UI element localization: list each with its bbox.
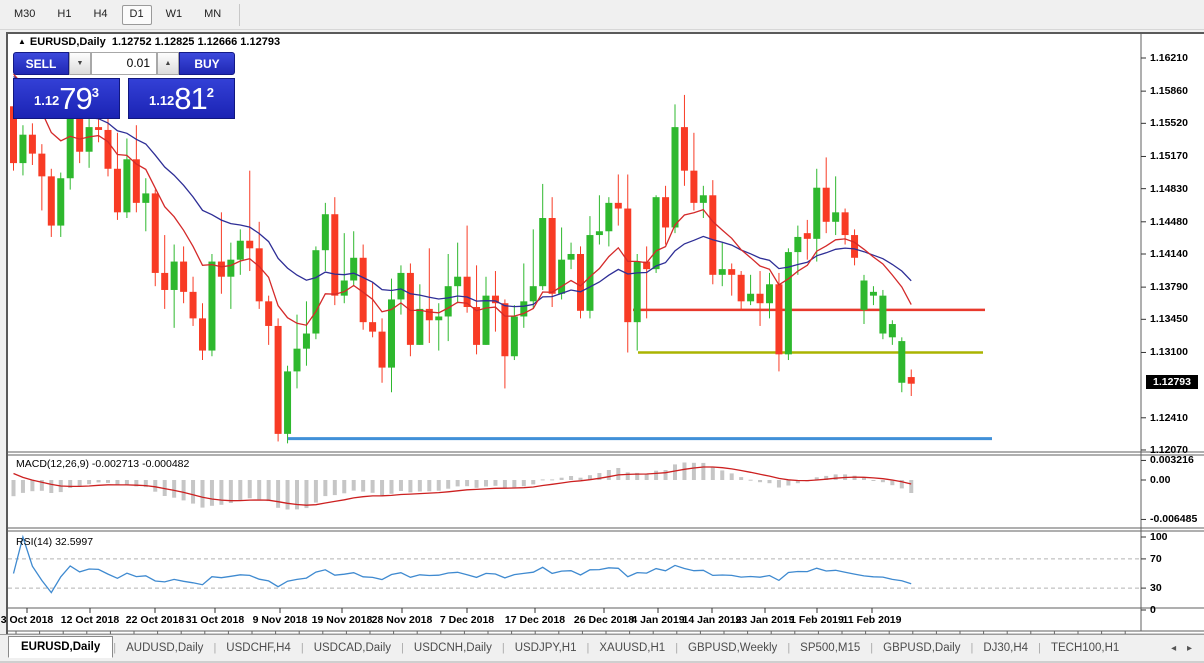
symbol-tab-tech100-h1[interactable]: TECH100,H1: [1041, 639, 1129, 657]
rsi-axis-label: 100: [1150, 531, 1168, 543]
collapse-panel-icon[interactable]: ▲: [18, 37, 26, 46]
macd-indicator-label: MACD(12,26,9) -0.002713 -0.000482: [16, 458, 190, 470]
macd-axis-label: -0.006485: [1150, 513, 1198, 526]
current-price-badge: 1.12793: [1146, 374, 1198, 389]
sell-price-tile[interactable]: 1.12 79 3: [13, 78, 120, 119]
price-axis-label: 1.15520: [1150, 117, 1188, 130]
tab-scroll-arrows[interactable]: ◂ ▸: [1171, 643, 1204, 654]
volume-increase-button[interactable]: ▲: [157, 52, 179, 75]
sell-button[interactable]: SELL: [13, 52, 69, 75]
symbol-tab-eurusd-daily[interactable]: EURUSD,Daily: [8, 636, 114, 658]
date-axis-label: 7 Dec 2018: [439, 614, 495, 626]
symbol-tab-usdcad-daily[interactable]: USDCAD,Daily: [304, 639, 401, 657]
timeframe-toolbar: M30 H1 H4 D1 W1 MN: [0, 0, 1204, 30]
macd-axis-label: 0.00: [1150, 474, 1171, 486]
price-axis-label: 1.16210: [1150, 52, 1188, 64]
timeframe-button-w1[interactable]: W1: [158, 5, 191, 25]
price-axis-label: 1.14140: [1150, 247, 1188, 260]
date-axis-label: 28 Nov 2018: [371, 614, 433, 626]
date-axis-label: 4 Jan 2019: [631, 614, 685, 626]
date-axis-label: 11 Feb 2019: [842, 614, 902, 626]
macd-axis-label: 0.003216: [1150, 454, 1194, 467]
price-axis-label: 1.14480: [1150, 215, 1188, 228]
sell-price-pipette: 3: [91, 85, 100, 100]
date-axis-label: 22 Oct 2018: [125, 614, 185, 626]
buy-button[interactable]: BUY: [179, 52, 235, 75]
symbol-tab-audusd-daily[interactable]: AUDUSD,Daily: [116, 639, 213, 657]
price-axis-label: 1.14830: [1150, 182, 1188, 195]
timeframe-button-h4[interactable]: H4: [85, 5, 115, 25]
timeframe-button-h1[interactable]: H1: [49, 5, 79, 25]
sell-price-big: 79: [59, 81, 92, 116]
timeframe-button-d1[interactable]: D1: [121, 4, 152, 25]
date-axis-label: 31 Oct 2018: [185, 614, 245, 626]
volume-decrease-button[interactable]: ▼: [69, 52, 91, 75]
date-axis-label: 23 Jan 2019: [735, 614, 795, 626]
price-axis-label: 1.13790: [1150, 281, 1188, 294]
date-axis-label: 1 Feb 2019: [790, 614, 844, 626]
sell-price-prefix: 1.12: [33, 93, 60, 108]
buy-price-big: 81: [174, 81, 207, 116]
date-axis-label: 19 Nov 2018: [311, 614, 373, 626]
symbol-tab-usdcnh-daily[interactable]: USDCNH,Daily: [404, 639, 502, 657]
rsi-axis-label: 0: [1150, 604, 1156, 616]
price-axis-label: 1.13100: [1150, 346, 1188, 359]
rsi-indicator-label: RSI(14) 32.5997: [16, 536, 94, 548]
buy-price-tile[interactable]: 1.12 81 2: [128, 78, 235, 119]
chart-symbol-label: EURUSD,Daily: [29, 36, 106, 48]
symbol-tab-gbpusd-daily[interactable]: GBPUSD,Daily: [873, 639, 970, 657]
date-axis-label: 26 Dec 2018: [573, 614, 635, 626]
symbol-tab-dj30-h4[interactable]: DJ30,H4: [973, 639, 1038, 657]
one-click-trading-panel: SELL ▼ 0.01 ▲ BUY 1.12 79 3 1.12 81 2: [13, 52, 235, 119]
date-axis-label: 17 Dec 2018: [504, 614, 566, 626]
symbol-tab-gbpusd-weekly[interactable]: GBPUSD,Weekly: [678, 639, 787, 657]
symbol-tab-bar: EURUSD,Daily | AUDUSD,Daily | USDCHF,H4 | USDC…: [0, 634, 1204, 661]
chart-window: [6, 32, 1204, 661]
chart-title: ▲ EURUSD,Daily 1.12752 1.12825 1.12666 1.…: [18, 36, 280, 48]
price-axis-label: 1.13450: [1150, 313, 1188, 326]
symbol-tab-xauusd-h1[interactable]: XAUUSD,H1: [589, 639, 675, 657]
buy-price-pipette: 2: [206, 85, 215, 100]
timeframe-button-m30[interactable]: M30: [6, 5, 43, 25]
volume-input[interactable]: 0.01: [91, 52, 157, 75]
price-axis-label: 1.12410: [1150, 411, 1188, 424]
price-axis-label: 1.15860: [1150, 85, 1188, 98]
date-axis-label: 12 Oct 2018: [60, 614, 120, 626]
chart-ohlc-values: 1.12752 1.12825 1.12666 1.12793: [111, 36, 281, 48]
timeframe-button-mn[interactable]: MN: [196, 5, 229, 25]
rsi-axis-label: 30: [1150, 582, 1162, 595]
symbol-tab-usdjpy-h1[interactable]: USDJPY,H1: [505, 639, 587, 657]
date-axis-label: 14 Jan 2019: [682, 614, 742, 626]
price-axis-label: 1.15170: [1150, 150, 1188, 163]
mt4-workspace: M30 H1 H4 D1 W1 MN ▲ EURUSD,Daily 1.12752 1.12…: [0, 0, 1204, 663]
buy-price-prefix: 1.12: [148, 93, 175, 108]
symbol-tab-usdchf-h4[interactable]: USDCHF,H4: [216, 639, 301, 657]
rsi-axis-label: 70: [1150, 552, 1162, 565]
toolbar-separator: [239, 3, 241, 26]
symbol-tab-sp500-m15[interactable]: SP500,M15: [790, 639, 870, 657]
date-axis-label: 9 Nov 2018: [252, 614, 308, 626]
date-axis-label: 3 Oct 2018: [0, 614, 54, 626]
